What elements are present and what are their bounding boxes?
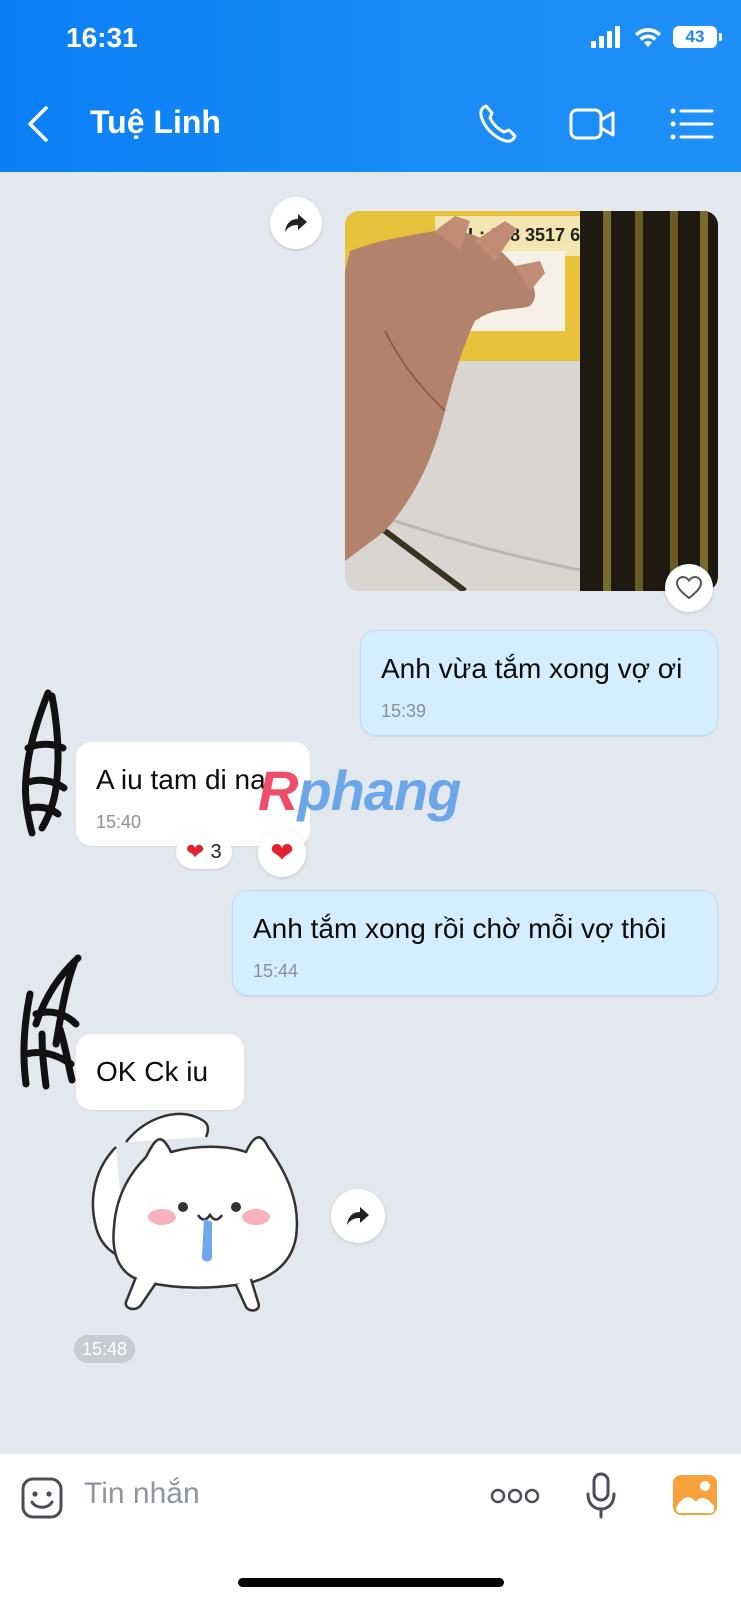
forward-icon (285, 214, 307, 232)
message-text: A iu tam di na (96, 764, 266, 795)
signal-icon (591, 26, 620, 48)
message-time: 15:39 (381, 701, 427, 721)
home-indicator (238, 1578, 504, 1587)
message-input-bar: Tin nhắn (0, 1454, 741, 1600)
menu-list-icon[interactable] (668, 102, 716, 146)
wifi-icon (635, 27, 661, 47)
status-icons: 43 (591, 26, 722, 48)
sticker-time: 15:48 (74, 1335, 136, 1363)
emoji-sticker-icon[interactable] (20, 1476, 64, 1520)
chat-title[interactable]: Tuệ Linh (90, 104, 221, 141)
message-text: Anh vừa tắm xong vợ ơi (381, 653, 683, 684)
message-input[interactable]: Tin nhắn (84, 1477, 200, 1511)
heart-filled-icon: ❤ (270, 837, 294, 868)
status-time: 16:31 (66, 22, 138, 53)
message-time: 15:44 (253, 961, 299, 981)
message-bubble-outgoing[interactable]: Anh vừa tắm xong vợ ơi 15:39 (360, 630, 718, 736)
react-button[interactable]: ❤ (258, 829, 306, 877)
video-call-icon[interactable] (568, 102, 616, 146)
cat-sticker[interactable] (86, 1107, 308, 1325)
message-bubble-incoming[interactable]: OK Ck iu (76, 1034, 244, 1110)
photo-message[interactable]: TEL: 028 3517 6050 (345, 211, 718, 591)
like-button[interactable] (665, 564, 713, 612)
message-time: 15:40 (96, 812, 142, 832)
phone-icon[interactable] (476, 102, 524, 146)
message-text: OK Ck iu (96, 1056, 209, 1087)
sticker-forward-button[interactable] (331, 1189, 385, 1243)
message-bubble-outgoing[interactable]: Anh tắm xong rồi chờ mỗi vợ thôi 15:44 (232, 890, 718, 996)
image-gallery-icon[interactable] (672, 1474, 718, 1516)
heart-icon: ❤ (186, 839, 205, 864)
watermark-part-2: phang (297, 759, 461, 822)
top-bar: 16:31 43 Tuệ Linh (0, 0, 741, 172)
forward-icon (347, 1207, 369, 1225)
reaction-count: 3 (210, 840, 222, 863)
photo-image: TEL: 028 3517 6050 (345, 211, 718, 591)
heart-outline-icon (676, 576, 702, 600)
reaction-summary[interactable]: ❤ 3 (176, 835, 232, 869)
avatar[interactable] (18, 688, 70, 838)
message-text: Anh tắm xong rồi chờ mỗi vợ thôi (253, 913, 667, 944)
battery-indicator: 43 (673, 26, 722, 48)
microphone-icon[interactable] (584, 1472, 618, 1520)
back-icon[interactable] (20, 104, 56, 144)
forward-button[interactable] (270, 197, 322, 249)
chat-area[interactable]: TEL: 028 3517 6050 Anh vừa tắm xong vợ ơ… (0, 172, 741, 1454)
more-options-icon[interactable] (490, 1486, 540, 1506)
